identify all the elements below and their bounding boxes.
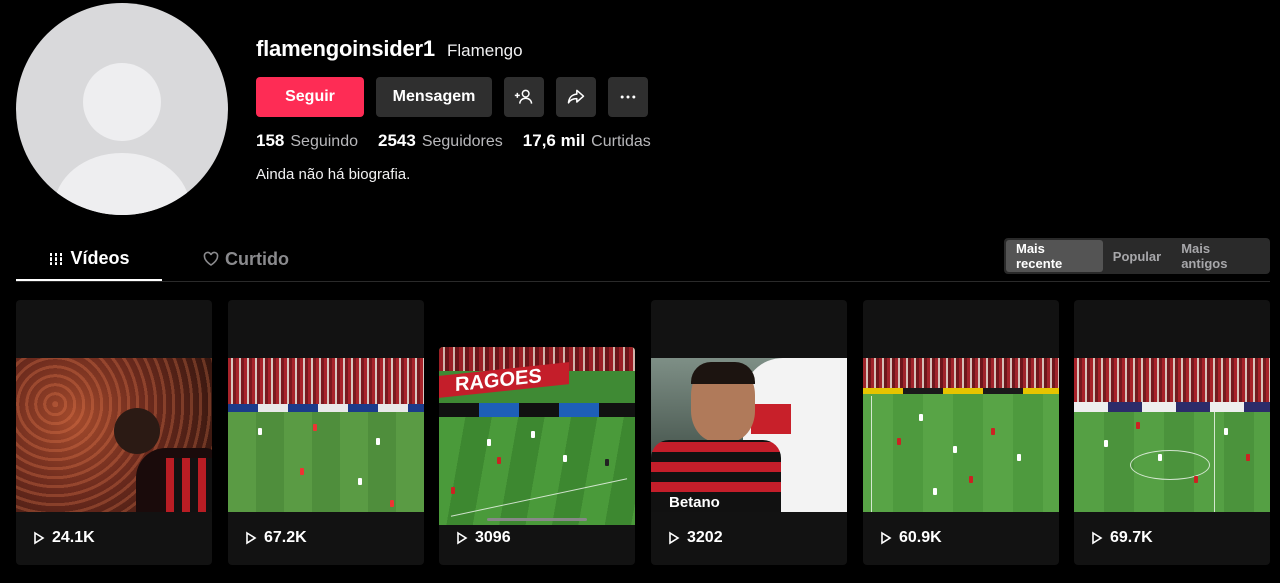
heart-lock-icon — [203, 251, 219, 266]
play-icon — [669, 531, 680, 545]
share-button[interactable] — [556, 77, 596, 117]
profile-avatar — [16, 3, 228, 215]
following-stat[interactable]: 158 Seguindo — [256, 131, 358, 151]
video-thumbnail[interactable] — [1074, 358, 1270, 512]
share-icon — [567, 89, 585, 104]
play-icon — [34, 531, 45, 545]
person-add-icon — [514, 89, 533, 104]
view-count-value: 3096 — [475, 529, 511, 546]
follow-button[interactable]: Seguir — [256, 77, 364, 117]
likes-count: 17,6 mil — [522, 131, 586, 150]
sort-option-recent[interactable]: Mais recente — [1006, 240, 1103, 272]
view-count: 3096 — [455, 529, 511, 547]
more-options-button[interactable] — [608, 77, 648, 117]
video-card[interactable]: 60.9K — [863, 300, 1059, 565]
profile-actions: Seguir Mensagem — [256, 77, 648, 117]
video-thumbnail[interactable]: RAGOES — [439, 347, 635, 525]
play-icon — [881, 531, 892, 545]
video-thumbnail[interactable] — [863, 358, 1059, 512]
view-count-value: 60.9K — [899, 529, 942, 546]
username: flamengoinsider1 — [256, 36, 435, 61]
ellipsis-icon — [620, 95, 636, 99]
video-card[interactable]: 69.7K — [1074, 300, 1270, 565]
profile-bio: Ainda não há biografia. — [256, 166, 411, 183]
video-card[interactable]: Betano 3202 — [651, 300, 847, 565]
video-thumbnail[interactable]: Betano — [651, 358, 847, 512]
followers-label: Seguidores — [421, 133, 503, 150]
tab-videos-label: Vídeos — [70, 248, 130, 268]
followers-stat[interactable]: 2543 Seguidores — [378, 131, 503, 151]
view-count: 60.9K — [879, 529, 942, 547]
avatar-head-shape — [83, 63, 161, 141]
followers-count: 2543 — [378, 131, 416, 150]
profile-stats: 158 Seguindo 2543 Seguidores 17,6 mil Cu… — [256, 131, 651, 151]
video-card[interactable]: 67.2K — [228, 300, 424, 565]
profile-header: flamengoinsider1 Flamengo — [256, 36, 523, 64]
play-icon — [246, 531, 257, 545]
play-icon — [1092, 531, 1103, 545]
avatar-body-shape — [54, 153, 190, 215]
sort-option-oldest[interactable]: Mais antigos — [1171, 240, 1268, 272]
view-count-value: 67.2K — [264, 529, 307, 546]
sort-switcher: Mais recente Popular Mais antigos — [1004, 238, 1270, 274]
tab-liked[interactable]: Curtido — [186, 238, 306, 280]
video-card[interactable]: RAGOES 3096 — [439, 347, 635, 565]
nickname: Flamengo — [446, 41, 523, 60]
likes-stat: 17,6 mil Curtidas — [523, 131, 651, 151]
view-count: 67.2K — [244, 529, 307, 547]
view-count: 3202 — [667, 529, 723, 547]
video-thumbnail[interactable] — [16, 358, 212, 512]
video-thumbnail[interactable] — [228, 358, 424, 512]
play-icon — [457, 531, 468, 545]
add-friend-button[interactable] — [504, 77, 544, 117]
view-count-value: 24.1K — [52, 529, 95, 546]
following-count: 158 — [256, 131, 285, 150]
view-count: 69.7K — [1090, 529, 1153, 547]
video-card[interactable]: 24.1K — [16, 300, 212, 565]
view-count-value: 69.7K — [1110, 529, 1153, 546]
view-count: 24.1K — [32, 529, 95, 547]
sort-option-popular[interactable]: Popular — [1103, 240, 1171, 272]
tab-liked-label: Curtido — [225, 248, 289, 269]
likes-label: Curtidas — [591, 133, 651, 150]
following-label: Seguindo — [290, 133, 358, 150]
grid-icon — [49, 252, 64, 265]
view-count-value: 3202 — [687, 529, 723, 546]
tab-videos[interactable]: Vídeos — [16, 238, 162, 281]
message-button[interactable]: Mensagem — [376, 77, 492, 117]
